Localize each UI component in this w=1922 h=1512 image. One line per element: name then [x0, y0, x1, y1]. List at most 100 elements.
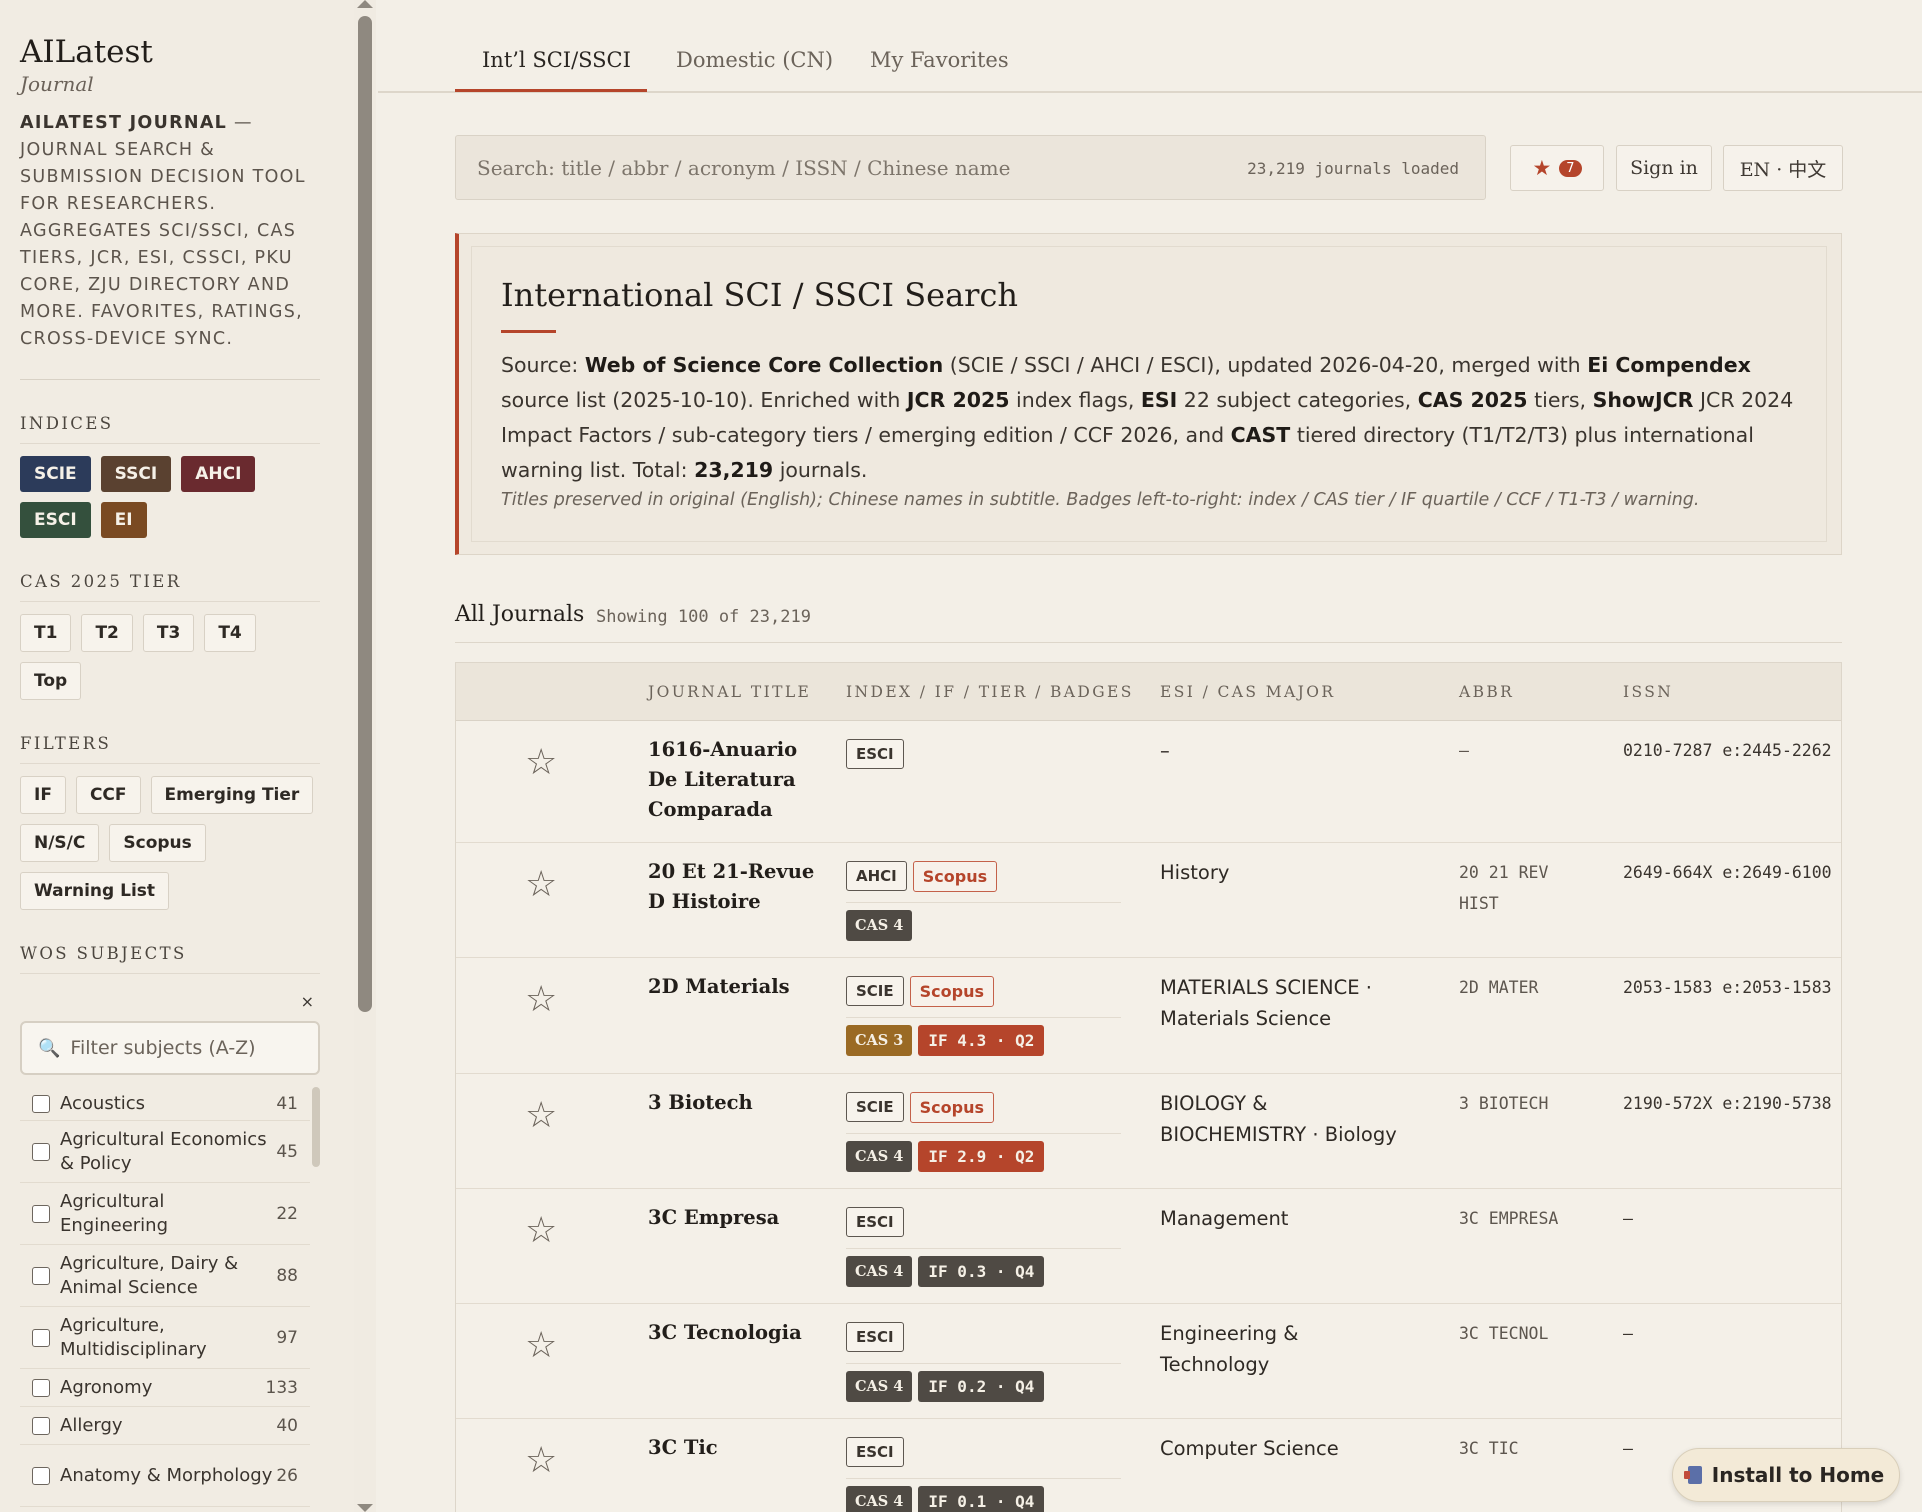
- subjects-scrollbar[interactable]: [312, 1087, 320, 1167]
- subject-name: Agricultural Engineering: [60, 1190, 168, 1236]
- sidebar-scrollbar-thumb[interactable]: [358, 16, 372, 1012]
- sign-in-button[interactable]: Sign in: [1616, 145, 1712, 191]
- table-row[interactable]: ☆ 3C Empresa ESCI CAS 4 IF 0.3 · Q4 Manag…: [456, 1189, 1841, 1304]
- subject-count: 97: [276, 1327, 298, 1348]
- checkbox[interactable]: [32, 1142, 50, 1161]
- index-chip-esci[interactable]: ESCI: [20, 502, 91, 538]
- cas-chip-t2[interactable]: T2: [81, 614, 133, 652]
- filter-chips: IF CCF Emerging Tier N/S/C Scopus Warnin…: [20, 776, 320, 910]
- tab-my-favorites[interactable]: My Favorites: [870, 48, 1009, 72]
- install-to-home-button[interactable]: Install to Home: [1672, 1448, 1900, 1502]
- brand-subtitle: Journal: [20, 72, 94, 96]
- text: journals.: [773, 458, 868, 482]
- text: Source:: [501, 353, 585, 377]
- subject-count: 26: [276, 1465, 298, 1486]
- brand-desc-strong: AILATEST JOURNAL: [20, 113, 228, 133]
- text: 22 subject categories,: [1177, 388, 1418, 412]
- index-chip-ahci[interactable]: AHCI: [181, 456, 256, 492]
- table-row[interactable]: ☆ 2D Materials SCIE Scopus CAS 3 IF 4.3 · …: [456, 958, 1841, 1074]
- index-chip-ssci[interactable]: SSCI: [100, 456, 172, 492]
- subject-item[interactable]: Acoustics 41: [20, 1087, 310, 1121]
- subject-count: 41: [276, 1093, 298, 1114]
- journal-issn: 0210-7287 e:2445-2262: [1623, 741, 1832, 760]
- col-index-badges[interactable]: INDEX / IF / TIER / BADGES: [846, 683, 1134, 701]
- table-row[interactable]: ☆ 1616-Anuario De Literatura Comparada E…: [456, 721, 1841, 843]
- tab-domestic-cn[interactable]: Domestic (CN): [676, 48, 833, 72]
- esi-cas-major: History: [1160, 861, 1230, 884]
- filter-chip-warning[interactable]: Warning List: [20, 872, 170, 910]
- cas-heading: CAS 2025 TIER: [20, 572, 320, 602]
- cas-chip-t4[interactable]: T4: [204, 614, 256, 652]
- favorite-star-icon[interactable]: ☆: [525, 1098, 557, 1134]
- table-row[interactable]: ☆ 3 Biotech SCIE Scopus CAS 4 IF 2.9 · Q2 …: [456, 1074, 1841, 1189]
- install-label: Install to Home: [1711, 1463, 1885, 1487]
- subjects-filter-input[interactable]: 🔍 Filter subjects (A-Z): [20, 1021, 320, 1075]
- journal-title[interactable]: 2D Materials: [648, 972, 828, 1002]
- filter-chip-emerging[interactable]: Emerging Tier: [150, 776, 314, 814]
- checkbox[interactable]: [32, 1466, 50, 1485]
- cas-chip-t1[interactable]: T1: [20, 614, 72, 652]
- checkbox[interactable]: [32, 1266, 50, 1285]
- sidebar: AILatest Journal AILATEST JOURNAL — JOUR…: [0, 0, 354, 1512]
- cas-chip-top[interactable]: Top: [20, 662, 82, 700]
- scopus-badge: Scopus: [909, 975, 995, 1007]
- journal-search-input[interactable]: Search: title / abbr / acronym / ISSN / …: [455, 135, 1486, 200]
- journal-abbr: –: [1459, 741, 1469, 760]
- subject-item[interactable]: Agriculture, Dairy & Animal Science 88: [20, 1245, 310, 1307]
- checkbox[interactable]: [32, 1204, 50, 1223]
- favorite-star-icon[interactable]: ☆: [525, 745, 557, 781]
- list-heading: All Journals: [455, 602, 585, 627]
- filter-chip-if[interactable]: IF: [20, 776, 66, 814]
- subject-item[interactable]: Agricultural Economics & Policy 45: [20, 1121, 310, 1183]
- journal-title[interactable]: 3C Empresa: [648, 1203, 828, 1233]
- subject-item[interactable]: Agronomy 133: [20, 1369, 310, 1407]
- col-issn[interactable]: ISSN: [1623, 683, 1673, 701]
- col-esi-cas-major[interactable]: ESI / CAS MAJOR: [1160, 683, 1335, 701]
- subject-item[interactable]: Agricultural Engineering 22: [20, 1183, 310, 1245]
- index-chip-ei[interactable]: EI: [100, 502, 147, 538]
- journal-title[interactable]: 1616-Anuario De Literatura Comparada: [648, 735, 828, 825]
- col-journal-title[interactable]: JOURNAL TITLE: [648, 683, 811, 701]
- scroll-up-arrow-icon[interactable]: [357, 0, 373, 8]
- subject-name: Anatomy & Morphology: [60, 1464, 273, 1486]
- list-showing-count: Showing 100 of 23,219: [596, 607, 811, 627]
- favorite-star-icon[interactable]: ☆: [525, 867, 557, 903]
- cas-chip-t3[interactable]: T3: [142, 614, 195, 652]
- journal-title[interactable]: 3C Tic: [648, 1433, 828, 1463]
- col-abbr[interactable]: ABBR: [1459, 683, 1514, 701]
- journal-title[interactable]: 3C Tecnologia: [648, 1318, 828, 1348]
- subjects-clear-button[interactable]: ×: [20, 992, 320, 1011]
- table-row[interactable]: ☆ 20 Et 21-Revue D Histoire AHCI Scopus C…: [456, 843, 1841, 958]
- index-badge: ESCI: [846, 1437, 904, 1467]
- language-toggle-button[interactable]: EN · 中文: [1723, 145, 1843, 191]
- tab-intl-sci-ssci[interactable]: Int’l SCI/SSCI: [482, 48, 631, 72]
- table-row[interactable]: ☆ 3C Tic ESCI CAS 4 IF 0.1 · Q4 Computer …: [456, 1419, 1841, 1512]
- subject-name: Agricultural Economics & Policy: [60, 1128, 267, 1174]
- favorite-star-icon[interactable]: ☆: [525, 1443, 557, 1479]
- filter-chip-ccf[interactable]: CCF: [75, 776, 141, 814]
- brand-title[interactable]: AILatest: [20, 34, 354, 70]
- checkbox[interactable]: [32, 1328, 50, 1347]
- journal-title[interactable]: 3 Biotech: [648, 1088, 828, 1118]
- checkbox[interactable]: [32, 1416, 50, 1435]
- favorites-button[interactable]: ★ 7: [1510, 145, 1604, 191]
- favorite-star-icon[interactable]: ☆: [525, 1213, 557, 1249]
- journal-abbr: 3C TIC: [1459, 1439, 1519, 1458]
- text: index flags,: [1009, 388, 1141, 412]
- cas-tier-badge: CAS 4: [846, 910, 913, 941]
- favorite-star-icon[interactable]: ☆: [525, 1328, 557, 1364]
- subject-item[interactable]: Agriculture, Multidisciplinary 97: [20, 1307, 310, 1369]
- checkbox[interactable]: [32, 1094, 50, 1113]
- esi-cas-major: MATERIALS SCIENCE · Materials Science: [1160, 976, 1372, 1030]
- journal-title[interactable]: 20 Et 21-Revue D Histoire: [648, 857, 828, 917]
- index-chip-scie[interactable]: SCIE: [20, 456, 91, 492]
- scroll-down-arrow-icon[interactable]: [357, 1504, 373, 1512]
- filter-chip-nsc[interactable]: N/S/C: [20, 824, 100, 862]
- filter-chip-scopus[interactable]: Scopus: [109, 824, 206, 862]
- source-name: ShowJCR: [1592, 388, 1694, 412]
- checkbox[interactable]: [32, 1378, 50, 1397]
- subject-item[interactable]: Anatomy & Morphology 26: [20, 1445, 310, 1507]
- favorite-star-icon[interactable]: ☆: [525, 982, 557, 1018]
- table-row[interactable]: ☆ 3C Tecnologia ESCI CAS 4 IF 0.2 · Q4 En…: [456, 1304, 1841, 1419]
- subject-item[interactable]: Allergy 40: [20, 1407, 310, 1445]
